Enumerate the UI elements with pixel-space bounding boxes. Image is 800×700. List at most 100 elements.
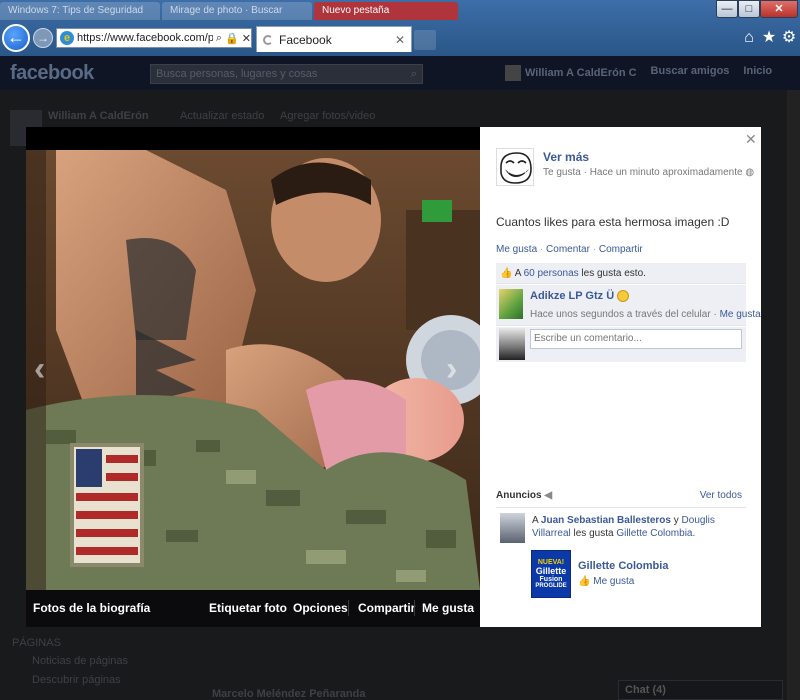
previous-photo-arrow[interactable]: ‹ [34,350,45,389]
megaphone-icon: ◀ [544,490,553,501]
home-link[interactable]: Inicio [743,65,772,81]
ad-prefix: A [532,515,539,526]
add-photos-link: Agregar fotos/video [280,110,376,122]
tag-photo-button[interactable]: Etiquetar foto [209,601,287,615]
chat-bar: Chat (4) [618,680,783,700]
photo-image [26,150,480,590]
comment-meta: Hace unos segundos a través del celular … [530,309,761,320]
post-meta-text: Te gusta · Hace un minuto aproximadament… [543,167,743,178]
lock-icon: 🔒 [225,32,239,45]
ad-title-link[interactable]: Gillette Colombia [578,560,668,572]
likes-suffix: les gusta esto. [581,268,646,279]
likes-summary: 👍 A 60 personas les gusta esto. [496,263,746,284]
ad-joiner: y [673,515,679,526]
facebook-logo[interactable]: facebook [10,62,94,85]
likes-count-link[interactable]: 60 personas [524,268,579,279]
chat-label: Chat (4) [625,684,666,696]
address-url[interactable]: https://www.facebook.com/p [77,32,213,44]
close-tab-icon[interactable]: ✕ [395,33,405,47]
search-input[interactable]: Busca personas, lugares y cosas ⌕ [150,64,423,84]
ads-header: Anuncios ◀ Ver todos [496,490,746,508]
scrollbar[interactable] [787,90,800,700]
avatar[interactable] [500,513,525,543]
divider [414,600,415,616]
comment: Adikze LP Gtz Ü Hace unos segundos a tra… [496,285,761,326]
comment-input[interactable]: Escribe un comentario... [530,329,742,349]
post-actions: Me gusta · Comentar · Compartir [496,244,643,255]
share-link[interactable]: Compartir [599,244,643,255]
search-icon[interactable]: ⌕ [216,32,222,45]
ad-image-line: Fusion [539,576,563,583]
profile-link[interactable]: William A CaldErón C [505,65,637,81]
next-photo-arrow[interactable]: › [446,350,457,389]
forward-button[interactable]: → [33,28,53,48]
comment-meta-text: Hace unos segundos a través del celular … [530,309,717,320]
search-placeholder: Busca personas, lugares y cosas [156,68,318,80]
stop-icon[interactable]: ✕ [242,32,251,45]
section-label: PÁGINAS [12,637,61,649]
close-window-button[interactable]: ✕ [760,0,798,18]
ad-image-bottom: PROGLIDE [535,583,567,589]
thumbs-up-icon: 👍 [578,576,591,587]
favorites-star-icon[interactable]: ★ [760,28,778,48]
new-tab-button[interactable] [414,30,436,50]
comment-like-link[interactable]: Me gusta [720,309,761,320]
sidebar-item-page-news: Noticias de páginas [32,655,129,667]
tab-facebook[interactable]: Facebook ✕ [256,26,412,52]
background-tab-strip: Windows 7: Tips de Seguridad Mirage de p… [0,0,800,22]
options-button[interactable]: Opciones [293,601,348,615]
avatar[interactable] [499,289,523,319]
sidebar-item-discover-pages: Descubrir páginas [32,674,121,686]
share-button[interactable]: Compartir [358,601,415,615]
find-friends-link[interactable]: Buscar amigos [651,65,730,81]
smiley-icon [617,290,630,303]
loading-icon [263,34,273,45]
search-icon[interactable]: ⌕ [411,68,417,80]
like-link[interactable]: Me gusta [496,244,537,255]
profile-name: William A CaldErón [48,110,149,122]
comment-author-link[interactable]: Adikze LP Gtz Ü [530,290,630,303]
ad-like-button[interactable]: 👍 Me gusta [578,576,634,587]
social-ad-text: A Juan Sebastian Ballesteros y Douglis V… [532,514,744,540]
browser-chrome: Windows 7: Tips de Seguridad Mirage de p… [0,0,800,56]
avatar [505,65,521,81]
ad-like-label: Me gusta [593,576,635,587]
ie-logo-icon: e [60,31,74,45]
post-author: Marcelo Meléndez Peñaranda [212,688,366,700]
photo-toolbar: Fotos de la biografía Etiquetar foto Opc… [26,590,480,627]
see-all-ads-link[interactable]: Ver todos [700,490,742,501]
divider [348,600,349,616]
background-tab[interactable]: Nuevo pestaña [314,2,458,20]
minimize-button[interactable]: — [716,0,738,18]
photo[interactable]: ‹ › [26,150,480,590]
page-link[interactable]: Gillette Colombia. [616,528,695,539]
photo-viewer: ‹ › Fotos de la biografía Etiquetar foto… [26,127,761,627]
photo-top-bar [26,127,480,150]
album-link[interactable]: Fotos de la biografía [33,601,150,615]
ad-image-brand: Gillette [535,566,567,576]
thumbs-up-icon: 👍 [500,268,513,279]
gillette-ad-image[interactable]: NUEVA! Gillette Fusion PROGLIDE [531,550,571,598]
tab-label: Facebook [279,32,332,47]
background-tab[interactable]: Mirage de photo · Buscar [162,2,312,20]
address-bar[interactable]: e https://www.facebook.com/p ⌕ 🔒 ✕ [56,28,252,48]
globe-icon: ◍ [745,167,755,178]
likes-prefix: A [514,268,521,279]
back-button[interactable]: ← [2,24,30,52]
avatar [499,328,525,360]
post-author-link[interactable]: Ver más [543,150,589,164]
close-icon[interactable]: ✕ [745,131,757,148]
comment-link[interactable]: Comentar [546,244,590,255]
friend-link[interactable]: Juan Sebastian Ballesteros [541,515,671,526]
avatar[interactable] [496,148,534,186]
photo-side-panel: ✕ Ver más Te gusta · Hace un minuto apro… [480,127,761,627]
update-status-link: Actualizar estado [180,110,265,122]
post-meta: Te gusta · Hace un minuto aproximadament… [543,167,754,178]
gear-icon[interactable]: ⚙ [780,28,798,48]
like-button[interactable]: Me gusta [422,601,474,615]
comment-author: Adikze LP Gtz Ü [530,290,615,302]
maximize-button[interactable]: □ [738,0,760,18]
background-tab[interactable]: Windows 7: Tips de Seguridad [0,2,160,20]
ad-image-text: NUEVA! [537,559,565,566]
home-icon[interactable]: ⌂ [740,28,758,48]
